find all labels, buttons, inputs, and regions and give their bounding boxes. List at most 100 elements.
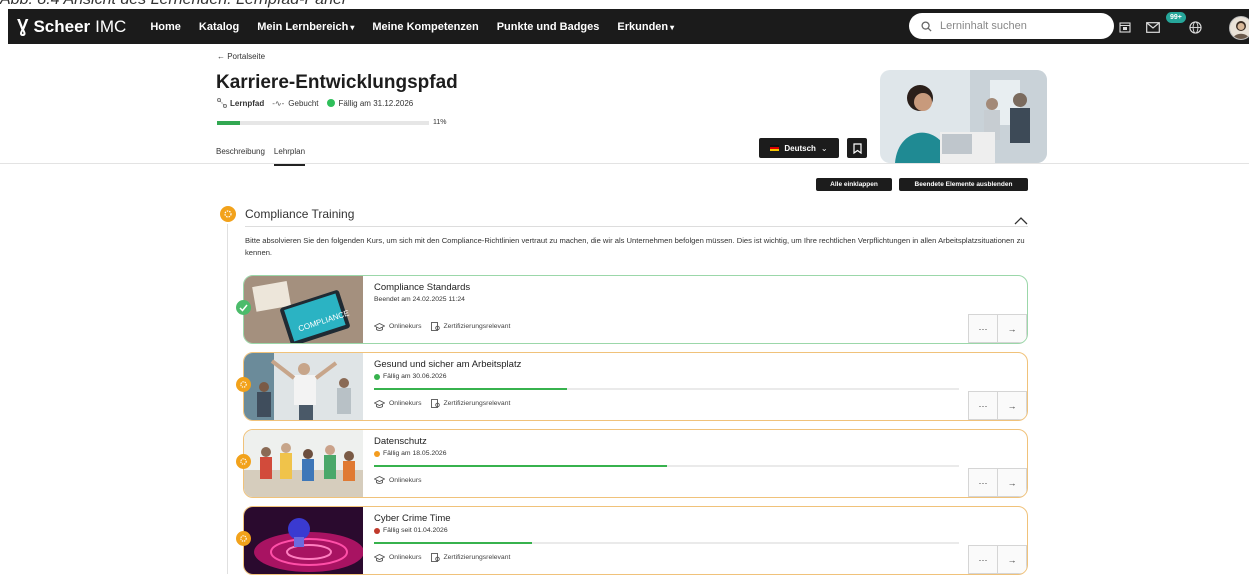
section-title: Compliance Training — [245, 207, 355, 221]
chevron-down-icon: ⌄ — [820, 143, 828, 153]
course-status: Fällig seit 01.04.2026 — [374, 527, 448, 534]
course-tags: Onlinekurs Zertifizierungsrelevant — [374, 399, 519, 408]
more-options-button[interactable]: ··· — [968, 468, 998, 497]
type-label: Lernpfad — [230, 98, 265, 108]
in-progress-icon — [236, 531, 251, 546]
section-timeline-line — [227, 224, 228, 574]
page-title: Karriere-Entwicklungspfad — [216, 72, 458, 93]
booked-icon: -∿- — [272, 98, 285, 108]
course-title[interactable]: Gesund und sicher am Arbeitsplatz — [374, 359, 521, 370]
due-date: Fällig am 31.12.2026 — [338, 98, 414, 108]
nav-erkunden[interactable]: Erkunden ▾ — [617, 21, 674, 33]
in-progress-icon — [236, 377, 251, 392]
course-card-cyber-crime-time[interactable]: Cyber Crime Time Fällig seit 01.04.2026 … — [243, 506, 1028, 575]
open-course-button[interactable]: → — [998, 545, 1027, 574]
language-label: Deutsch — [784, 143, 816, 153]
nav-punkte-und-badges[interactable]: Punkte und Badges — [497, 21, 600, 33]
more-options-button[interactable]: ··· — [968, 391, 998, 420]
chevron-up-icon — [1014, 217, 1028, 225]
certificate-icon — [430, 553, 440, 562]
globe-icon[interactable] — [1186, 18, 1204, 36]
more-options-button[interactable]: ··· — [968, 545, 998, 574]
section-collapse-toggle[interactable] — [1014, 212, 1028, 230]
collapse-all-button[interactable]: Alle einklappen — [816, 178, 892, 191]
graduation-cap-icon — [374, 553, 385, 562]
nav-home[interactable]: Home — [150, 21, 181, 33]
tag-onlinekurs: Onlinekurs — [374, 399, 422, 408]
course-progress-fill — [374, 388, 568, 390]
search-box[interactable] — [909, 13, 1114, 39]
course-status: Beendet am 24.02.2025 11:24 — [374, 296, 465, 303]
open-course-button[interactable]: → — [998, 468, 1027, 497]
course-actions: ··· → — [968, 391, 1027, 420]
course-progress-fill — [374, 465, 667, 467]
search-icon — [921, 20, 932, 32]
course-tags: Onlinekurs Zertifizierungsrelevant — [374, 322, 519, 331]
course-progress-fill — [374, 542, 532, 544]
chevron-down-icon: ▾ — [670, 22, 675, 32]
due-status-dot — [326, 99, 335, 107]
hide-finished-button[interactable]: Beendete Elemente ausblenden — [899, 178, 1028, 191]
course-thumbnail — [244, 353, 363, 420]
notification-badge: 99+ — [1166, 12, 1186, 23]
nav-mein-lernbereich[interactable]: Mein Lernbereich ▾ — [257, 21, 354, 33]
course-thumbnail — [244, 430, 363, 497]
back-to-portal-link[interactable]: ← Portalseite — [217, 52, 265, 61]
brand-suffix: IMC — [95, 16, 127, 36]
course-actions: ··· → — [968, 545, 1027, 574]
tag-onlinekurs: Onlinekurs — [374, 476, 422, 484]
course-thumbnail — [244, 507, 363, 574]
section-status-icon — [220, 206, 236, 222]
mail-icon[interactable] — [1144, 18, 1162, 36]
course-progress-bar — [374, 465, 959, 467]
section-divider — [245, 226, 1028, 227]
course-title[interactable]: Datenschutz — [374, 436, 427, 447]
course-title[interactable]: Compliance Standards — [374, 282, 470, 293]
path-progress-bar — [217, 121, 429, 125]
graduation-cap-icon — [374, 476, 385, 484]
tag-zertifizierungsrelevant: Zertifizierungsrelevant — [430, 322, 510, 331]
course-actions: ··· → — [968, 314, 1027, 343]
course-progress-bar — [374, 388, 959, 390]
open-course-button[interactable]: → — [998, 314, 1027, 343]
tag-zertifizierungsrelevant: Zertifizierungsrelevant — [430, 553, 510, 562]
open-course-button[interactable]: → — [998, 391, 1027, 420]
tag-zertifizierungsrelevant: Zertifizierungsrelevant — [430, 399, 510, 408]
language-select-button[interactable]: Deutsch ⌄ — [759, 138, 839, 158]
course-actions: ··· → — [968, 468, 1027, 497]
path-progress-fill — [217, 121, 241, 125]
scheer-imc-logo[interactable]: Ɣ Scheer IMC — [17, 16, 126, 37]
course-card-datenschutz[interactable]: Datenschutz Fällig am 18.05.2026 Onlinek… — [243, 429, 1028, 498]
calendar-icon[interactable] — [1116, 18, 1134, 36]
status-dot — [374, 373, 380, 380]
header-divider — [0, 163, 1249, 164]
course-status: Fällig am 18.05.2026 — [374, 450, 446, 457]
course-tags: Onlinekurs — [374, 476, 431, 484]
certificate-icon — [430, 322, 440, 331]
search-input[interactable] — [938, 19, 1102, 33]
graduation-cap-icon — [374, 399, 385, 408]
bookmark-button[interactable] — [847, 138, 867, 158]
nav-katalog[interactable]: Katalog — [199, 21, 239, 33]
section-description: Bitte absolvieren Sie den folgenden Kurs… — [245, 236, 1025, 257]
nav-meine-kompetenzen[interactable]: Meine Kompetenzen — [372, 21, 478, 33]
course-tags: Onlinekurs Zertifizierungsrelevant — [374, 553, 519, 562]
main-nav: Home Katalog Mein Lernbereich ▾ Meine Kom… — [150, 21, 692, 33]
booking-status: Gebucht — [288, 98, 319, 108]
learning-path-icon — [217, 98, 227, 108]
more-options-button[interactable]: ··· — [968, 314, 998, 343]
course-card-compliance-standards[interactable]: COMPLIANCE Compliance Standards Beendet … — [243, 275, 1028, 344]
path-progress-label: 11% — [433, 119, 447, 126]
german-flag-icon — [770, 145, 780, 151]
learning-path-meta: Lernpfad -∿- Gebucht Fällig am 31.12.202… — [217, 98, 413, 108]
user-avatar[interactable] — [1229, 16, 1249, 40]
course-card-gesund-und-sicher[interactable]: Gesund und sicher am Arbeitsplatz Fällig… — [243, 352, 1028, 421]
completed-check-icon — [236, 300, 251, 315]
course-title[interactable]: Cyber Crime Time — [374, 513, 451, 524]
brand-name: Scheer — [33, 16, 91, 36]
bookmark-icon — [852, 142, 862, 154]
chevron-down-icon: ▾ — [350, 22, 355, 32]
status-dot — [374, 450, 380, 457]
top-navigation-bar: Ɣ Scheer IMC Home Katalog Mein Lernberei… — [8, 9, 1249, 44]
tag-onlinekurs: Onlinekurs — [374, 553, 422, 562]
